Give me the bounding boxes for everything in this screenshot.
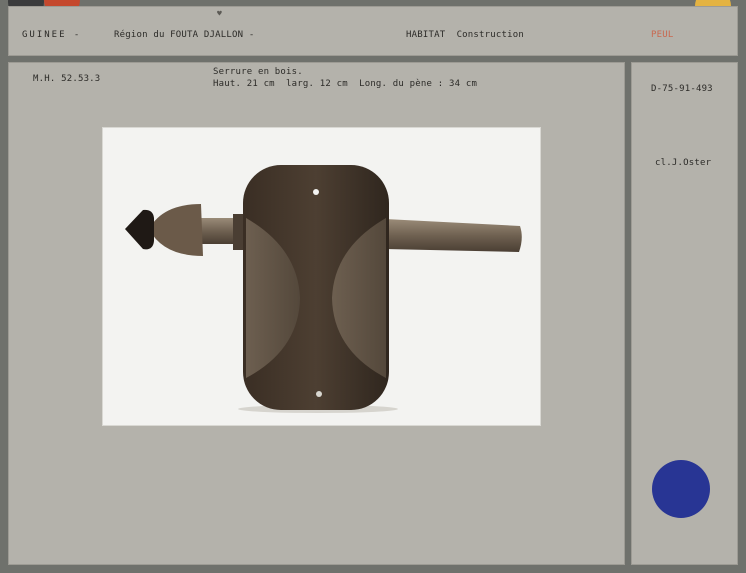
object-dimensions: Haut. 21 cm larg. 12 cm Long. du pène : … [213,79,478,89]
lock-hole-top [313,189,319,195]
header-card: GUINEE - Région du FOUTA DJALLON - HABIT… [8,6,738,56]
bolt-knob [149,204,203,256]
country-label: GUINEE - [22,30,82,40]
bolt-shaft [385,219,522,252]
region-label: Région du FOUTA DJALLON - [114,30,255,40]
lock-hole-bottom [316,391,322,397]
bolt-tip [125,209,154,250]
category-label: HABITAT Construction [406,30,524,40]
punch-mark: ♥ [217,9,223,18]
ethnic-group-label: PEUL [651,30,674,40]
bolt-collar [233,214,243,250]
inventory-number: M.H. 52.53.3 [33,74,101,84]
wooden-lock-image [125,165,522,413]
color-marker-blue [652,460,710,518]
photo-number: D-75-91-493 [651,84,713,94]
object-title: Serrure en bois. [213,67,303,77]
object-photograph [103,128,540,425]
collector-credit: cl.J.Oster [655,158,712,168]
